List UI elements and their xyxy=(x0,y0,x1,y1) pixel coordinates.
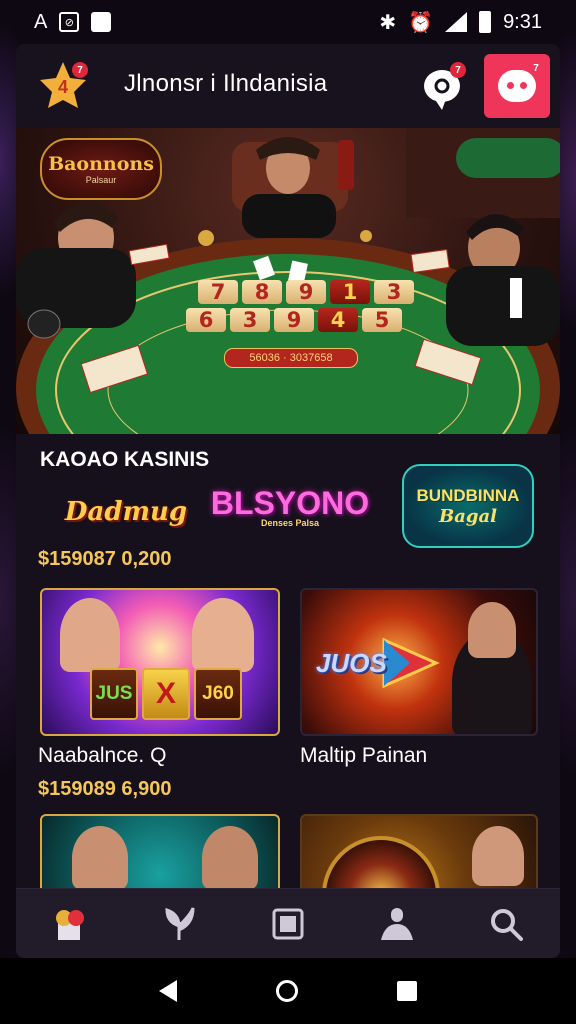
status-left-text: A xyxy=(34,10,48,33)
character-left xyxy=(72,826,128,890)
game-card-2-label: Maltip Painan xyxy=(300,744,428,767)
number-tile: 7 xyxy=(198,280,238,304)
hero-brand-subtitle: Palsaur xyxy=(85,175,117,185)
brand-2-sub: Denses Palsa xyxy=(260,517,320,528)
character-right xyxy=(202,826,258,890)
number-tile: 3 xyxy=(374,280,414,304)
play-logo-text: JUOS xyxy=(316,647,387,678)
notifications-button[interactable]: 7 xyxy=(420,62,470,112)
hero-brand-title: Baonnons xyxy=(48,153,154,175)
alarm-icon: ⏰ xyxy=(408,11,434,34)
search-icon xyxy=(490,909,523,941)
no-sim-icon: ⊘ xyxy=(59,12,80,32)
game-card-1-label: Naabalnce. Q xyxy=(38,744,167,767)
number-tile: 8 xyxy=(242,280,282,304)
character-face xyxy=(472,826,524,886)
recent-apps-icon[interactable] xyxy=(396,981,417,1001)
character-face xyxy=(468,602,516,658)
game-card-multiplayer[interactable]: JUOS xyxy=(300,588,538,736)
brand-logo-blsyono[interactable]: BLSYONO Denses Palsa xyxy=(211,474,369,538)
nav-home[interactable] xyxy=(44,898,96,950)
section-title-kasino: KAOAO KASINIS xyxy=(40,448,210,471)
system-nav-bar xyxy=(0,958,576,1024)
nav-favorites[interactable] xyxy=(153,898,205,950)
reel-cell: J60 xyxy=(194,668,242,720)
home-icon xyxy=(56,910,85,940)
balance-amount-secondary: $159089 6,900 xyxy=(38,778,172,800)
hero-number-row-1: 7 8 9 1 3 xyxy=(198,280,414,304)
game-card-slots[interactable]: JUS X J60 xyxy=(40,588,280,736)
nav-profile[interactable] xyxy=(371,898,423,950)
hero-banner[interactable]: Baonnons Palsaur 7 8 9 1 3 6 3 9 4 5 560… xyxy=(16,128,560,434)
character-right xyxy=(192,598,254,672)
hero-brand-logo: Baonnons Palsaur xyxy=(40,138,162,200)
reel-cell: JUS xyxy=(90,668,138,720)
reel-cell: X xyxy=(142,668,190,720)
number-tile: 4 xyxy=(318,308,358,332)
nav-search[interactable] xyxy=(480,898,532,950)
status-bar: A ⊘ ✱ ⏰ 9:31 xyxy=(0,0,576,44)
profile-icon xyxy=(380,908,413,940)
nav-wallet[interactable] xyxy=(262,898,314,950)
brand-logo-dadmug[interactable]: Dadmug xyxy=(64,480,188,544)
number-tile: 1 xyxy=(330,280,370,304)
notification-icon xyxy=(91,12,112,32)
clock: 9:31 xyxy=(503,10,542,33)
number-tile: 9 xyxy=(286,280,326,304)
app-title: Jlnonsr i Ilndanisia xyxy=(124,70,328,97)
app-container: 4 7 Jlnonsr i Ilndanisia 7 7 Baonnons Pa… xyxy=(16,44,560,958)
bottom-nav xyxy=(16,888,560,958)
character-left xyxy=(60,598,120,672)
home-button-icon[interactable] xyxy=(275,980,298,1002)
chat-badge: 7 xyxy=(533,62,539,74)
leaf-icon xyxy=(165,907,195,940)
battery-icon xyxy=(479,11,492,33)
bluetooth-icon: ✱ xyxy=(379,11,397,34)
number-tile: 3 xyxy=(230,308,270,332)
play-logo: JUOS xyxy=(316,636,440,690)
number-tile: 5 xyxy=(362,308,402,332)
app-logo[interactable]: 4 7 xyxy=(38,60,88,110)
app-header: 4 7 Jlnonsr i Ilndanisia 7 7 xyxy=(16,44,560,128)
play-triangle-icon xyxy=(382,637,440,689)
notification-badge: 7 xyxy=(450,62,466,78)
svg-text:4: 4 xyxy=(58,77,68,97)
brand-logo-bundbinna[interactable]: BUNDBINNA Bagal xyxy=(402,464,534,548)
number-tile: 9 xyxy=(274,308,314,332)
hero-bet-label: 56036 · 3037658 xyxy=(224,348,358,368)
balance-amount: $159087 0,200 xyxy=(38,548,172,570)
brand-3-name: BUNDBINNA xyxy=(416,485,520,505)
chat-button[interactable]: 7 xyxy=(484,54,550,118)
signal-icon xyxy=(445,12,468,32)
chat-face-icon xyxy=(498,70,536,102)
slot-reel: JUS X J60 xyxy=(90,668,242,720)
wallet-icon xyxy=(272,908,304,940)
brand-1-name: Dadmug xyxy=(64,497,188,527)
hero-number-row-2: 6 3 9 4 5 xyxy=(186,308,402,332)
brand-3-sub: Bagal xyxy=(439,505,497,527)
logo-badge: 7 xyxy=(72,62,88,78)
brand-2-name: BLSYONO xyxy=(210,484,370,521)
back-icon[interactable] xyxy=(159,980,178,1002)
number-tile: 6 xyxy=(186,308,226,332)
